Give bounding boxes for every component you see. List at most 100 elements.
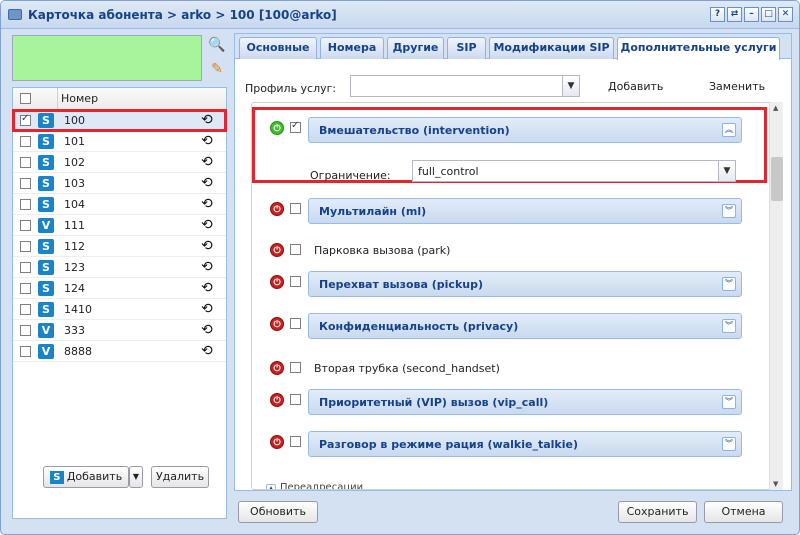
power-on-icon[interactable]: ⏻ (270, 121, 284, 135)
list-item[interactable]: S 123 ⟲ (13, 257, 226, 278)
power-off-icon[interactable]: ⏻ (270, 435, 284, 449)
row-checkbox[interactable] (20, 113, 31, 126)
close-button[interactable]: ✕ (778, 7, 793, 22)
add-subscriber-button[interactable]: S Добавить (43, 466, 129, 488)
chevron-down-icon[interactable]: ▼ (562, 76, 579, 96)
history-icon[interactable]: ⟲ (201, 343, 213, 359)
service-checkbox[interactable] (290, 244, 301, 255)
row-checkbox[interactable] (20, 241, 31, 252)
list-item[interactable]: S 124 ⟲ (13, 278, 226, 299)
row-checkbox[interactable] (20, 283, 31, 294)
power-off-icon[interactable]: ⏻ (270, 275, 284, 289)
history-icon[interactable]: ⟲ (201, 280, 213, 296)
expand-icon[interactable]: ︾ (722, 204, 736, 218)
power-off-icon[interactable]: ⏻ (270, 202, 284, 216)
tab-sip-modifications[interactable]: Модификации SIP (489, 37, 614, 59)
tab-additional-services[interactable]: Дополнительные услуги (617, 37, 780, 60)
power-off-icon[interactable]: ⏻ (270, 243, 284, 257)
expand-icon[interactable]: ︾ (722, 395, 736, 409)
number-column-header: Номер (61, 92, 99, 105)
list-item[interactable]: V 111 ⟲ (13, 215, 226, 236)
help-button[interactable]: ? (710, 7, 725, 22)
expand-icon[interactable]: ▲ (266, 484, 276, 489)
right-panel: Основные Номера Другие SIP Модификации S… (234, 33, 792, 491)
tab-numbers[interactable]: Номера (320, 37, 384, 59)
profile-select[interactable]: ▼ (350, 75, 580, 97)
list-item[interactable]: S 103 ⟲ (13, 173, 226, 194)
filter-area[interactable] (12, 35, 202, 81)
row-checkbox[interactable] (20, 157, 31, 168)
list-item[interactable]: S 101 ⟲ (13, 131, 226, 152)
expand-icon[interactable]: ︾ (722, 277, 736, 291)
service-checkbox[interactable] (290, 203, 301, 214)
history-icon[interactable]: ⟲ (201, 133, 213, 149)
tab-sip[interactable]: SIP (447, 37, 486, 59)
service-panel[interactable]: Приоритетный (VIP) вызов (vip_call) ︾ (308, 389, 742, 415)
chevron-down-icon[interactable]: ▼ (718, 161, 735, 181)
refresh-button[interactable]: Обновить (238, 501, 318, 523)
search-icon[interactable]: 🔍 (207, 35, 227, 55)
history-icon[interactable]: ⟲ (201, 217, 213, 233)
service-panel[interactable]: Конфиденциальность (privacy) ︾ (308, 313, 742, 339)
scroll-up-icon[interactable]: ▲ (773, 104, 778, 112)
service-checkbox[interactable] (290, 276, 301, 287)
row-checkbox[interactable] (20, 178, 31, 189)
delete-button[interactable]: Удалить (151, 466, 209, 488)
list-item[interactable]: S 112 ⟲ (13, 236, 226, 257)
row-checkbox[interactable] (20, 136, 31, 147)
forwarding-section[interactable]: ▲ Переадресации (266, 482, 363, 489)
scrollbar[interactable]: ▲ ▼ (769, 102, 783, 490)
power-off-icon[interactable]: ⏻ (270, 317, 284, 331)
left-panel: 🔍 ✎ Номер S 100 ⟲ S 101 ⟲ S 102 ⟲ S 103 ⟲ S 104 ⟲ V 111 ⟲… (9, 33, 227, 525)
service-checkbox[interactable] (290, 120, 301, 133)
list-item[interactable]: S 100 ⟲ (12, 109, 227, 132)
profile-replace-button[interactable]: Заменить (709, 80, 765, 93)
row-checkbox[interactable] (20, 262, 31, 273)
list-item[interactable]: V 333 ⟲ (13, 320, 226, 341)
history-icon[interactable]: ⟲ (201, 196, 213, 212)
scroll-down-icon[interactable]: ▼ (773, 480, 778, 488)
history-icon[interactable]: ⟲ (201, 259, 213, 275)
service-checkbox[interactable] (290, 318, 301, 329)
history-icon[interactable]: ⟲ (201, 301, 213, 317)
history-icon[interactable]: ⟲ (201, 154, 213, 170)
history-icon[interactable]: ⟲ (201, 175, 213, 191)
tab-main[interactable]: Основные (239, 37, 317, 59)
scrollbar-thumb[interactable] (771, 157, 783, 201)
maximize-button[interactable]: □ (761, 7, 776, 22)
expand-icon[interactable]: ︾ (722, 437, 736, 451)
save-button[interactable]: Сохранить (618, 501, 697, 523)
chevron-down-icon[interactable]: ▼ (129, 466, 143, 488)
list-item[interactable]: S 1410 ⟲ (13, 299, 226, 320)
row-checkbox[interactable] (20, 199, 31, 210)
power-off-icon[interactable]: ⏻ (270, 393, 284, 407)
row-checkbox[interactable] (20, 346, 31, 357)
history-icon[interactable]: ⟲ (201, 112, 213, 128)
expand-icon[interactable]: ︾ (722, 319, 736, 333)
pencil-icon[interactable]: ✎ (207, 59, 227, 79)
list-item[interactable]: S 104 ⟲ (13, 194, 226, 215)
row-checkbox[interactable] (20, 325, 31, 336)
service-panel[interactable]: Разговор в режиме рация (walkie_talkie) … (308, 431, 742, 457)
minimize-button[interactable]: – (744, 7, 759, 22)
list-item[interactable]: V 8888 ⟲ (13, 341, 226, 362)
power-off-icon[interactable]: ⏻ (270, 361, 284, 375)
profile-add-button[interactable]: Добавить (608, 80, 663, 93)
tab-other[interactable]: Другие (387, 37, 444, 59)
service-panel[interactable]: Вмешательство (intervention) ︽ (308, 117, 742, 143)
select-all-checkbox[interactable] (20, 93, 31, 104)
cancel-button[interactable]: Отмена (704, 501, 783, 523)
limit-select[interactable]: full_control ▼ (412, 160, 736, 182)
collapse-icon[interactable]: ︽ (722, 123, 736, 137)
service-panel[interactable]: Перехват вызова (pickup) ︾ (308, 271, 742, 297)
service-checkbox[interactable] (290, 436, 301, 447)
list-item[interactable]: S 102 ⟲ (13, 152, 226, 173)
service-checkbox[interactable] (290, 394, 301, 405)
history-icon[interactable]: ⟲ (201, 322, 213, 338)
swap-button[interactable]: ⇄ (727, 7, 742, 22)
row-checkbox[interactable] (20, 220, 31, 231)
service-checkbox[interactable] (290, 362, 301, 373)
row-checkbox[interactable] (20, 304, 31, 315)
history-icon[interactable]: ⟲ (201, 238, 213, 254)
service-panel[interactable]: Мультилайн (ml) ︾ (308, 198, 742, 224)
